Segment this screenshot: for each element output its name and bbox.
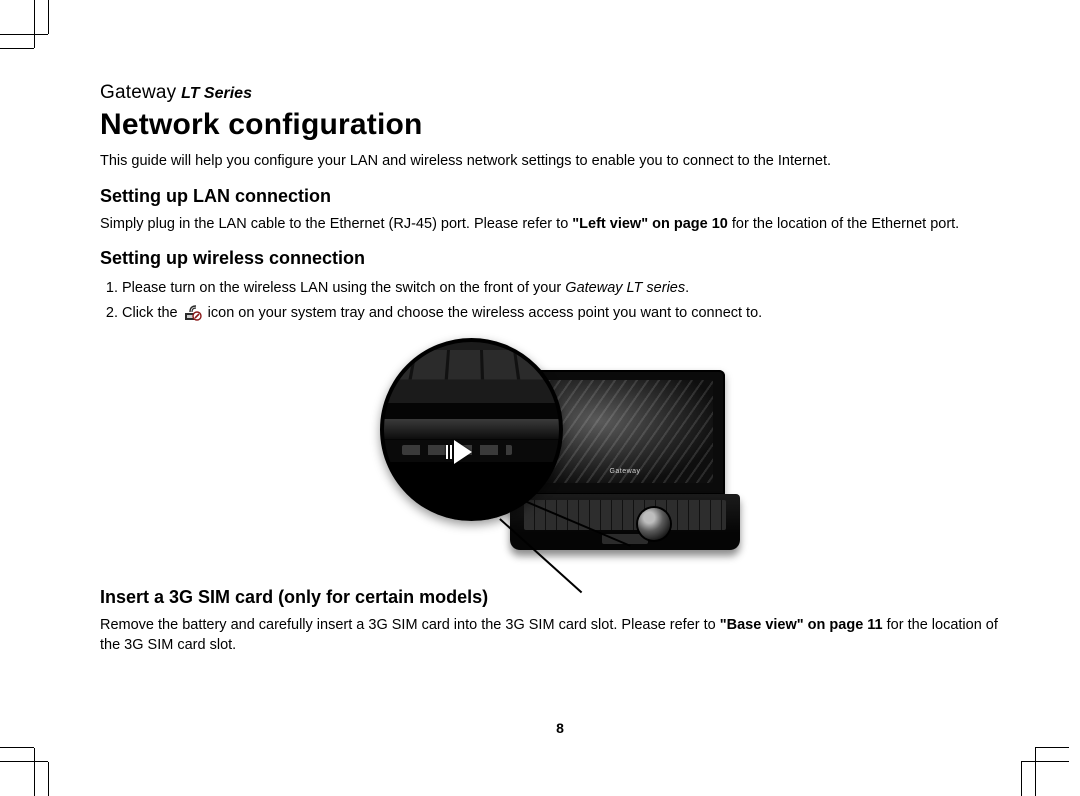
crop-mark xyxy=(34,0,35,48)
crop-mark xyxy=(0,34,48,35)
magnified-keyboard-edge xyxy=(380,350,563,379)
crop-mark xyxy=(0,747,34,748)
step2-text-b: icon on your system tray and choose the … xyxy=(204,305,763,321)
intro-paragraph: This guide will help you configure your … xyxy=(100,152,1020,172)
section-heading-lan: Setting up LAN connection xyxy=(100,186,1020,207)
sim-paragraph: Remove the battery and carefully insert … xyxy=(100,616,1020,655)
crop-mark xyxy=(1035,747,1069,748)
section-heading-wireless: Setting up wireless connection xyxy=(100,248,1020,269)
wireless-steps: Please turn on the wireless LAN using th… xyxy=(100,277,1020,328)
crop-mark xyxy=(34,748,35,796)
magnified-front-edge xyxy=(384,419,559,439)
lan-text-b: for the location of the Ethernet port. xyxy=(728,216,959,232)
front-detail-callout xyxy=(638,508,670,540)
screen-logo: Gateway xyxy=(609,468,640,475)
figure-container: Gateway xyxy=(100,338,1020,573)
lan-paragraph: Simply plug in the LAN cable to the Ethe… xyxy=(100,215,1020,235)
crop-mark xyxy=(1021,761,1069,762)
step2-text-a: Click the xyxy=(122,305,182,321)
page-number: 8 xyxy=(100,720,1020,736)
crop-mark xyxy=(1021,762,1022,796)
crop-mark xyxy=(48,762,49,796)
sim-text-a: Remove the battery and carefully insert … xyxy=(100,617,720,633)
crop-mark xyxy=(1035,748,1036,796)
arrow-right-icon xyxy=(454,440,472,464)
lan-text-a: Simply plug in the LAN cable to the Ethe… xyxy=(100,216,572,232)
sim-crossref: "Base view" on page 11 xyxy=(720,617,883,633)
page-content: Gateway LT Series Network configuration … xyxy=(100,82,1020,736)
brand-name: Gateway xyxy=(100,82,176,103)
step1-product-name: Gateway LT series xyxy=(565,280,685,296)
laptop-figure: Gateway xyxy=(380,338,740,568)
laptop-screen: Gateway xyxy=(537,380,713,483)
wireless-tray-icon xyxy=(184,303,202,328)
crop-mark xyxy=(0,761,48,762)
magnifier-callout xyxy=(380,338,563,521)
step1-text-b: . xyxy=(685,280,689,296)
crop-mark xyxy=(0,48,34,49)
product-series: LT Series xyxy=(181,85,252,102)
section-heading-sim: Insert a 3G SIM card (only for certain m… xyxy=(100,587,1020,608)
wireless-step-2: Click the icon on your system tray and c… xyxy=(122,302,1020,328)
crop-mark xyxy=(48,0,49,34)
lan-crossref: "Left view" on page 10 xyxy=(572,216,728,232)
page-title: Network configuration xyxy=(100,108,1020,142)
step1-text-a: Please turn on the wireless LAN using th… xyxy=(122,280,565,296)
wireless-step-1: Please turn on the wireless LAN using th… xyxy=(122,277,1020,299)
running-header: Gateway LT Series xyxy=(100,82,1020,104)
